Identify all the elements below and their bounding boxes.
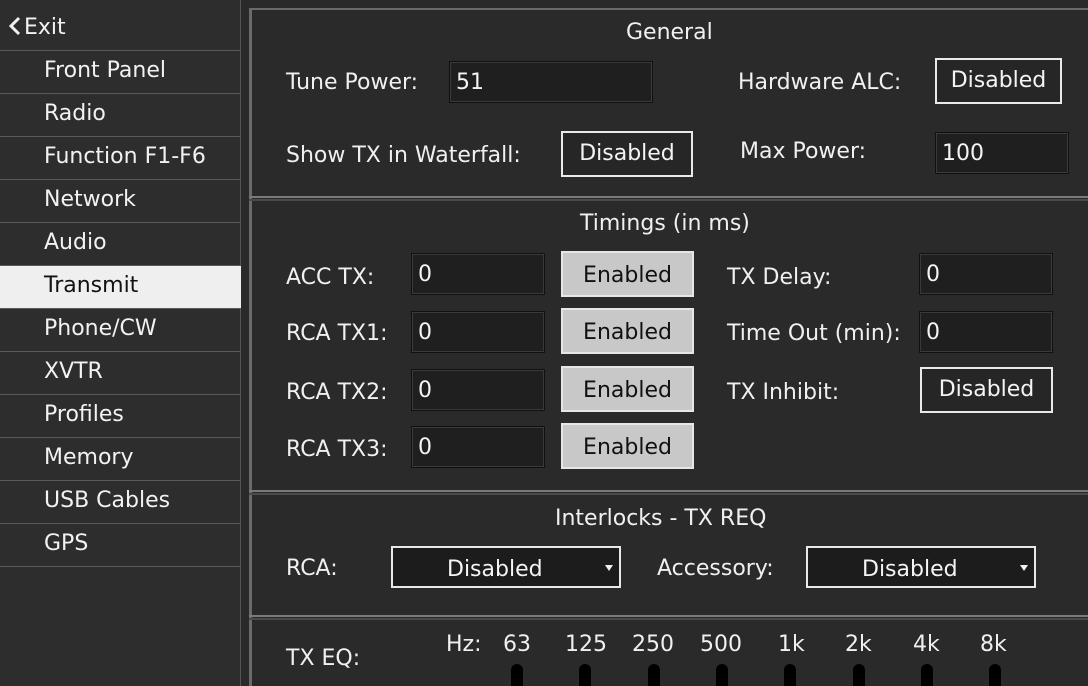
eq-band-label: 4k — [913, 632, 940, 657]
eq-slider-500[interactable] — [716, 664, 728, 686]
rca-tx3-label: RCA TX3: — [286, 437, 388, 462]
exit-button[interactable]: Exit — [0, 8, 241, 51]
rca-tx2-label: RCA TX2: — [286, 380, 388, 405]
time-out-label: Time Out (min): — [727, 321, 901, 346]
eq-band-label: 125 — [565, 632, 607, 657]
section-divider — [249, 615, 1088, 620]
sidebar-item-front-panel[interactable]: Front Panel — [0, 51, 241, 94]
chevron-left-icon — [8, 16, 21, 36]
hardware-alc-label: Hardware ALC: — [738, 70, 902, 95]
rca-tx1-enabled-button[interactable]: Enabled — [561, 308, 694, 354]
rca-dropdown-value: Disabled — [447, 557, 543, 582]
eq-slider-2k[interactable] — [853, 664, 865, 686]
time-out-field[interactable]: 0 — [919, 311, 1053, 353]
sidebar-item-audio[interactable]: Audio — [0, 223, 241, 266]
show-tx-waterfall-label: Show TX in Waterfall: — [286, 143, 521, 168]
sidebar-item-profiles[interactable]: Profiles — [0, 395, 241, 438]
eq-band-label: 8k — [980, 632, 1007, 657]
rca-tx2-field[interactable]: 0 — [411, 369, 545, 411]
sidebar-item-function[interactable]: Function F1-F6 — [0, 137, 241, 180]
sidebar-item-network[interactable]: Network — [0, 180, 241, 223]
eq-band-label: 250 — [632, 632, 674, 657]
tx-eq-label: TX EQ: — [286, 646, 361, 671]
chevron-down-icon — [1020, 565, 1028, 571]
tune-power-field[interactable]: 51 — [449, 61, 653, 103]
eq-slider-63[interactable] — [511, 664, 523, 686]
tx-delay-label: TX Delay: — [727, 265, 832, 290]
eq-slider-8k[interactable] — [989, 664, 1001, 686]
max-power-field[interactable]: 100 — [935, 132, 1069, 174]
accessory-dropdown[interactable]: Disabled — [806, 546, 1036, 588]
rca-tx1-field[interactable]: 0 — [411, 311, 545, 353]
sidebar-item-radio[interactable]: Radio — [0, 94, 241, 137]
rca-tx3-field[interactable]: 0 — [411, 426, 545, 468]
section-divider — [249, 490, 1088, 495]
sidebar-item-transmit[interactable]: Transmit — [0, 266, 241, 309]
rca-tx2-enabled-button[interactable]: Enabled — [561, 366, 694, 412]
section-divider — [249, 196, 1088, 201]
eq-slider-125[interactable] — [579, 664, 591, 686]
accessory-label: Accessory: — [657, 556, 774, 581]
sidebar-item-memory[interactable]: Memory — [0, 438, 241, 481]
tx-delay-field[interactable]: 0 — [919, 253, 1053, 295]
show-tx-waterfall-toggle[interactable]: Disabled — [561, 131, 693, 177]
exit-label: Exit — [24, 15, 66, 40]
rca-tx1-label: RCA TX1: — [286, 321, 388, 346]
chevron-down-icon — [605, 565, 613, 571]
eq-band-label: 63 — [503, 632, 531, 657]
acc-tx-label: ACC TX: — [286, 265, 375, 290]
eq-band-label: 500 — [700, 632, 742, 657]
eq-slider-4k[interactable] — [921, 664, 933, 686]
eq-slider-1k[interactable] — [784, 664, 796, 686]
timings-title: Timings (in ms) — [580, 211, 750, 236]
sidebar: Exit Front Panel Radio Function F1-F6 Ne… — [0, 0, 241, 686]
hardware-alc-toggle[interactable]: Disabled — [935, 58, 1062, 104]
acc-tx-enabled-button[interactable]: Enabled — [561, 251, 694, 297]
accessory-dropdown-value: Disabled — [862, 557, 958, 582]
sidebar-item-gps[interactable]: GPS — [0, 524, 241, 567]
tx-inhibit-toggle[interactable]: Disabled — [920, 367, 1053, 413]
rca-dropdown[interactable]: Disabled — [391, 546, 621, 588]
sidebar-item-usb-cables[interactable]: USB Cables — [0, 481, 241, 524]
interlocks-title: Interlocks - TX REQ — [555, 506, 767, 531]
tx-inhibit-label: TX Inhibit: — [727, 380, 840, 405]
eq-band-label: 1k — [778, 632, 805, 657]
max-power-label: Max Power: — [740, 139, 867, 164]
eq-hz-label: Hz: — [446, 632, 482, 657]
rca-label: RCA: — [286, 556, 338, 581]
eq-slider-250[interactable] — [648, 664, 660, 686]
tune-power-label: Tune Power: — [286, 70, 419, 95]
sidebar-item-phone-cw[interactable]: Phone/CW — [0, 309, 241, 352]
acc-tx-field[interactable]: 0 — [411, 253, 545, 295]
general-title: General — [626, 20, 713, 45]
rca-tx3-enabled-button[interactable]: Enabled — [561, 423, 694, 469]
sidebar-item-xvtr[interactable]: XVTR — [0, 352, 241, 395]
eq-band-label: 2k — [845, 632, 872, 657]
